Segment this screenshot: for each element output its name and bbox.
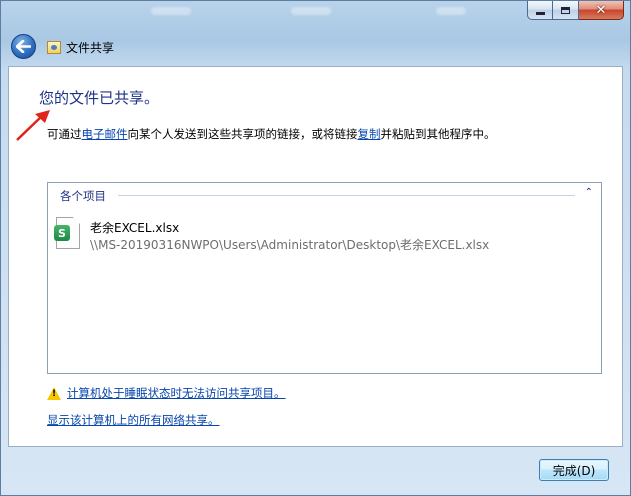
items-header: 各个项目 [60,188,110,204]
items-header-divider [118,195,575,196]
blurred-background-text [151,7,191,15]
window-controls: ✕ [527,1,624,20]
file-sharing-icon [47,41,61,54]
done-button[interactable]: 完成(D) [539,459,609,481]
close-icon: ✕ [595,2,607,18]
maximize-icon [561,6,570,14]
warning-icon: ! [47,386,61,400]
blurred-background-text [436,7,466,15]
spreadsheet-badge-icon: S [54,225,70,241]
close-button[interactable]: ✕ [579,1,624,20]
blurred-background-text [291,7,331,15]
desc-suffix: 并粘贴到其他程序中。 [380,127,496,141]
sleep-warning: ! 计算机处于睡眠状态时无法访问共享项目。 [47,385,286,401]
back-arrow-icon [16,40,31,53]
window-title: 文件共享 [66,41,115,55]
show-all-shares-link[interactable]: 显示该计算机上的所有网络共享。 [47,412,220,428]
sleep-warning-link[interactable]: 计算机处于睡眠状态时无法访问共享项目。 [67,385,286,401]
minimize-icon [535,11,545,15]
maximize-button[interactable] [553,1,579,20]
desc-middle: 向某个人发送到这些共享项的链接，或将链接 [127,127,358,141]
file-name: 老余EXCEL.xlsx [90,221,180,235]
page-heading: 您的文件已共享。 [39,89,160,107]
share-description: 可通过电子邮件向某个人发送到这些共享项的链接，或将链接复制并粘贴到其他程序中。 [47,126,496,142]
back-button[interactable] [11,34,36,59]
desc-prefix: 可通过 [47,127,82,141]
shared-items-box: 各个项目 ⌃ S 老余EXCEL.xlsx \\MS-20190316NWPO\… [47,182,602,374]
email-link[interactable]: 电子邮件 [82,127,128,141]
collapse-chevron-icon[interactable]: ⌃ [585,187,593,198]
copy-link[interactable]: 复制 [358,127,381,141]
file-path: \\MS-20190316NWPO\Users\Administrator\De… [90,238,490,252]
window-title-area: 文件共享 [47,39,114,56]
minimize-button[interactable] [527,1,553,20]
